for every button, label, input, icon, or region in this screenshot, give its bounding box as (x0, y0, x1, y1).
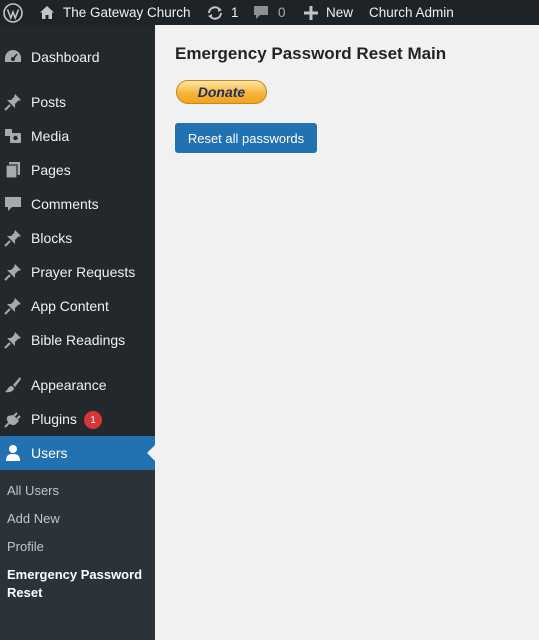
main-content: Emergency Password Reset Main Donate Res… (155, 25, 539, 621)
new-content-link[interactable]: New (304, 0, 353, 25)
comments-link[interactable]: 0 (253, 0, 286, 25)
sidebar-item-label: Prayer Requests (31, 264, 136, 280)
update-count-badge: 1 (84, 411, 102, 429)
submenu-item-add-new[interactable]: Add New (7, 510, 60, 528)
page-title: Emergency Password Reset Main (175, 44, 447, 63)
plus-icon (304, 5, 318, 20)
sidebar-item-label: Posts (31, 94, 67, 110)
updates-icon (206, 5, 224, 21)
church-admin-label: Church Admin (369, 5, 454, 20)
sidebar-item-label: Media (31, 128, 70, 144)
reset-all-passwords-button[interactable]: Reset all passwords (175, 123, 317, 153)
sidebar-item-label: Pages (31, 162, 71, 178)
media-icon (3, 126, 23, 146)
pin-icon (3, 296, 23, 316)
updates-link[interactable]: 1 (206, 0, 239, 25)
brush-icon (3, 375, 23, 395)
sidebar-item-label: Bible Readings (31, 332, 126, 348)
sidebar-item-label: Appearance (31, 377, 107, 393)
sidebar-item-users[interactable]: Users (0, 436, 155, 470)
sidebar-item-app-content[interactable]: App Content (0, 289, 155, 323)
sidebar-item-comments[interactable]: Comments (0, 187, 155, 221)
submenu-item-emergency-password-reset[interactable]: Emergency Password Reset (7, 566, 147, 602)
admin-sidebar: Dashboard Posts Media Pages Comments Blo… (0, 25, 155, 640)
admin-bar: The Gateway Church 1 0 New Church Admin (0, 0, 539, 25)
users-submenu: All Users Add New Profile Emergency Pass… (0, 470, 155, 640)
pages-icon (3, 160, 23, 180)
sidebar-item-label: Plugins (31, 411, 77, 427)
pin-icon (3, 92, 23, 112)
wordpress-logo-icon[interactable] (3, 0, 23, 25)
comment-icon (3, 194, 23, 214)
donate-button[interactable]: Donate (176, 80, 267, 104)
sidebar-item-label: Users (31, 445, 68, 461)
submenu-item-all-users[interactable]: All Users (7, 482, 59, 500)
sidebar-item-blocks[interactable]: Blocks (0, 221, 155, 255)
dashboard-icon (3, 47, 23, 67)
updates-count: 1 (231, 5, 239, 20)
sidebar-item-posts[interactable]: Posts (0, 85, 155, 119)
sidebar-item-appearance[interactable]: Appearance (0, 368, 155, 402)
sidebar-item-plugins[interactable]: Plugins 1 (0, 402, 155, 436)
sidebar-item-label: Blocks (31, 230, 73, 246)
site-name: The Gateway Church (63, 5, 191, 20)
comment-icon (253, 5, 269, 20)
submenu-item-profile[interactable]: Profile (7, 538, 44, 556)
sidebar-item-bible-readings[interactable]: Bible Readings (0, 323, 155, 357)
sidebar-item-media[interactable]: Media (0, 119, 155, 153)
pin-icon (3, 228, 23, 248)
church-admin-link[interactable]: Church Admin (369, 0, 454, 25)
new-label: New (326, 5, 354, 20)
plugin-icon (3, 409, 23, 429)
sidebar-item-label: Dashboard (31, 49, 100, 65)
user-icon (3, 443, 23, 463)
site-name-link[interactable]: The Gateway Church (39, 0, 191, 25)
sidebar-item-prayer-requests[interactable]: Prayer Requests (0, 255, 155, 289)
sidebar-item-dashboard[interactable]: Dashboard (0, 40, 155, 74)
home-icon (39, 5, 55, 20)
comments-count: 0 (278, 5, 286, 20)
sidebar-item-pages[interactable]: Pages (0, 153, 155, 187)
pin-icon (3, 330, 23, 350)
pin-icon (3, 262, 23, 282)
sidebar-item-label: App Content (31, 298, 109, 314)
sidebar-item-label: Comments (31, 196, 99, 212)
